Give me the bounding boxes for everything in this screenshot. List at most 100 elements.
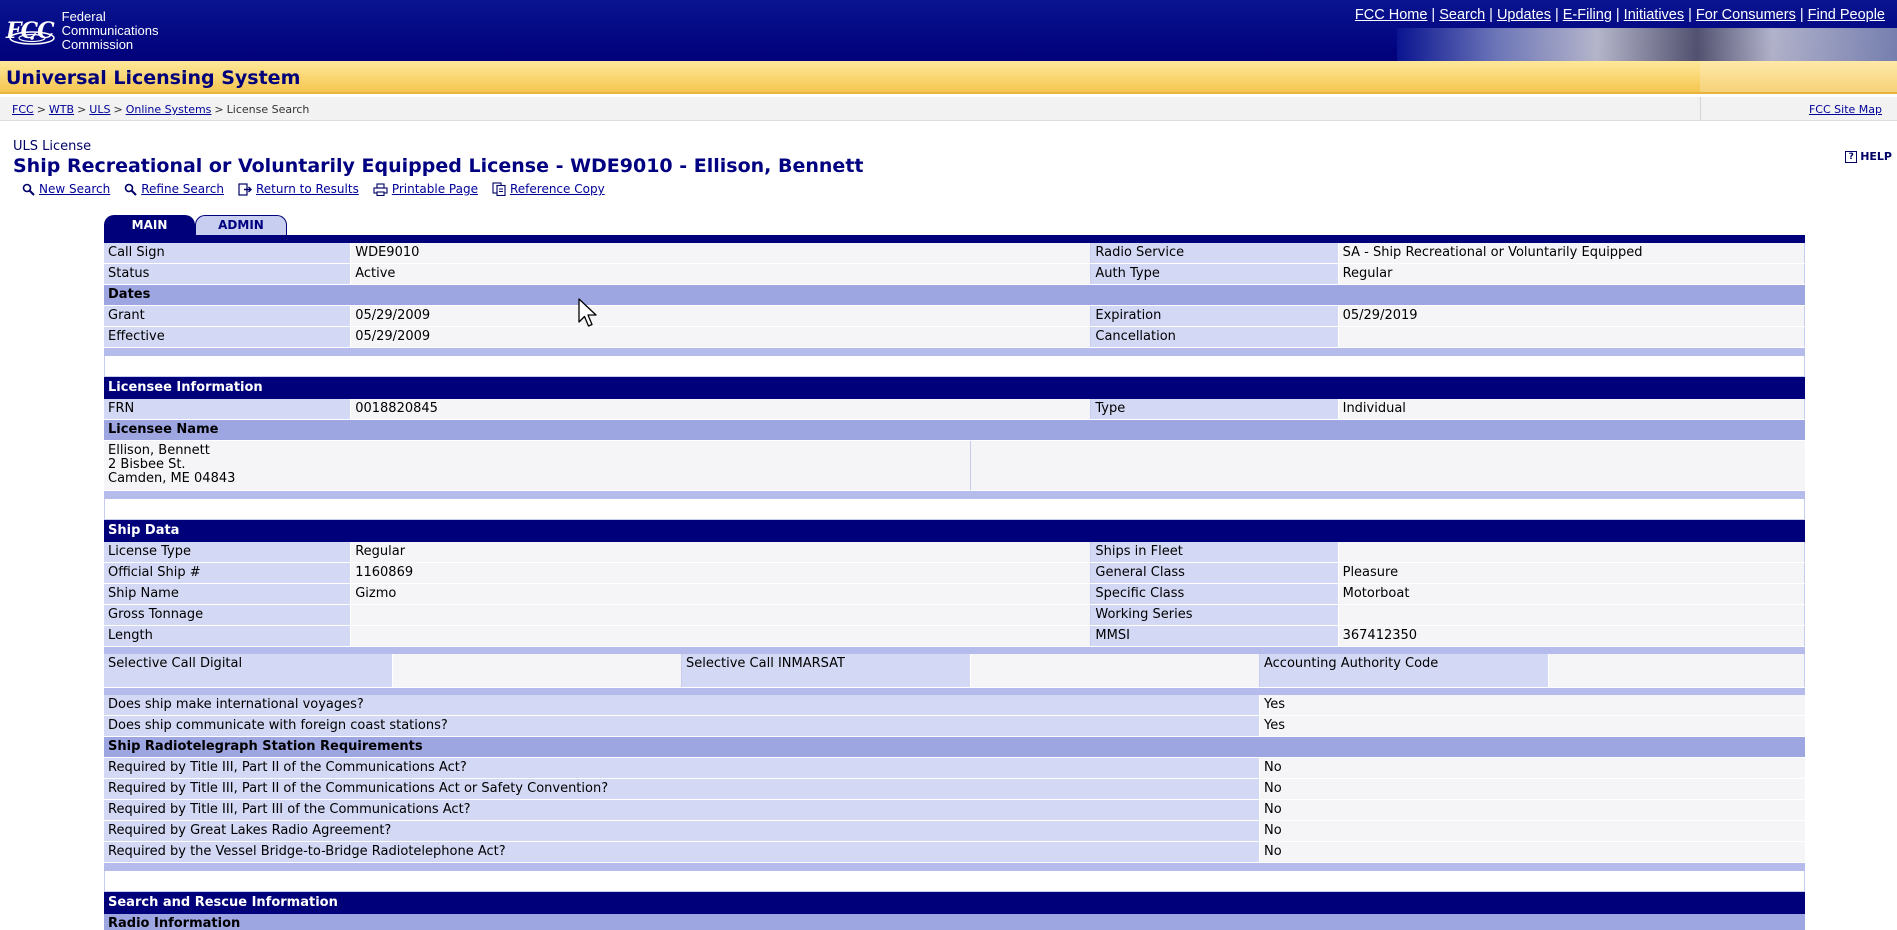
reference-copy-link[interactable]: Reference Copy: [492, 182, 605, 196]
section-spacer: [104, 863, 1805, 871]
accounting-authority-label: Accounting Authority Code: [1260, 654, 1549, 687]
ship-name-value: Gizmo: [351, 584, 1092, 604]
section-spacer: [104, 647, 1805, 654]
licensee-information-heading: Licensee Information: [104, 377, 1805, 399]
licensee-name-subheading: Licensee Name: [104, 420, 1805, 441]
nav-fcc-home[interactable]: FCC Home: [1355, 7, 1428, 23]
nav-search[interactable]: Search: [1439, 7, 1485, 23]
grant-value: 05/29/2009: [351, 306, 1092, 326]
radio-service-value: SA - Ship Recreational or Voluntarily Eq…: [1338, 243, 1806, 263]
breadcrumb-uls[interactable]: ULS: [89, 103, 110, 116]
international-voyages-answer: Yes: [1260, 695, 1805, 715]
tab-main[interactable]: MAIN: [104, 215, 195, 236]
auth-type-value: Regular: [1338, 264, 1806, 284]
table-row: Length MMSI 367412350: [104, 626, 1806, 647]
top-header: FCC Federal Communications Commission FC…: [0, 0, 1897, 61]
requirement-answer: No: [1260, 821, 1805, 841]
nav-find-people[interactable]: Find People: [1808, 7, 1885, 23]
refine-search-label: Refine Search: [141, 182, 224, 196]
ship-name-label: Ship Name: [104, 584, 352, 604]
breadcrumb: FCC > WTB > ULS > Online Systems > License Searc…: [12, 103, 310, 116]
length-value: [351, 626, 1092, 646]
table-row: Ship Name Gizmo Specific Class Motorboat: [104, 584, 1806, 605]
requirement-question: Required by Title III, Part II of the Co…: [104, 758, 1260, 778]
effective-value: 05/29/2009: [351, 327, 1092, 347]
refine-search-link[interactable]: Refine Search: [124, 182, 224, 196]
tab-admin[interactable]: ADMIN: [195, 215, 287, 236]
printable-page-link[interactable]: Printable Page: [373, 182, 478, 196]
magnifier-icon: [22, 183, 35, 196]
mmsi-label: MMSI: [1091, 626, 1339, 646]
breadcrumb-current: License Search: [226, 103, 310, 116]
expiration-label: Expiration: [1091, 306, 1339, 326]
ships-in-fleet-value: [1338, 542, 1806, 562]
requirement-question: Required by Title III, Part II of the Co…: [104, 779, 1260, 799]
section-spacer: [104, 348, 1805, 356]
call-sign-label: Call Sign: [104, 243, 352, 263]
fcc-logo-words: Federal Communications Commission: [61, 9, 159, 52]
auth-type-label: Auth Type: [1091, 264, 1339, 284]
table-row: FRN 0018820845 Type Individual: [104, 399, 1806, 420]
search-and-rescue-heading: Search and Rescue Information: [104, 892, 1805, 914]
table-row: Does ship communicate with foreign coast…: [104, 716, 1805, 737]
nav-for-consumers[interactable]: For Consumers: [1696, 7, 1796, 23]
requirement-answer: No: [1260, 800, 1805, 820]
working-series-label: Working Series: [1091, 605, 1339, 625]
breadcrumb-online-systems[interactable]: Online Systems: [126, 103, 212, 116]
length-label: Length: [104, 626, 352, 646]
section-spacer: [104, 688, 1805, 695]
ships-in-fleet-label: Ships in Fleet: [1091, 542, 1339, 562]
section-spacer: [104, 356, 1805, 377]
uls-banner-title: Universal Licensing System: [6, 67, 301, 89]
nav-e-filing[interactable]: E-Filing: [1563, 7, 1612, 23]
mouse-pointer-icon: [578, 298, 597, 327]
gross-tonnage-value: [351, 605, 1092, 625]
status-value: Active: [351, 264, 1092, 284]
table-row: Gross Tonnage Working Series: [104, 605, 1806, 626]
breadcrumb-fcc[interactable]: FCC: [12, 103, 34, 116]
nav-updates[interactable]: Updates: [1497, 7, 1551, 23]
panel-top-rule: [104, 235, 1805, 243]
nav-initiatives[interactable]: Initiatives: [1624, 7, 1684, 23]
licensee-name: Ellison, Bennett: [108, 443, 210, 458]
call-sign-value: WDE9010: [351, 243, 1092, 263]
table-row: Grant 05/29/2009 Expiration 05/29/2019: [104, 306, 1806, 327]
new-search-link[interactable]: New Search: [22, 182, 110, 196]
frn-value: 0018820845: [351, 399, 1092, 419]
selective-call-digital-label: Selective Call Digital: [104, 654, 393, 687]
section-spacer: [104, 871, 1805, 892]
address-empty-cell: [971, 441, 1805, 490]
breadcrumb-divider: [1700, 97, 1701, 121]
international-voyages-question: Does ship make international voyages?: [104, 695, 1260, 715]
magnifier-icon: [124, 183, 137, 196]
requirement-question: Required by Great Lakes Radio Agreement?: [104, 821, 1260, 841]
requirement-answer: No: [1260, 758, 1805, 778]
licensee-type-value: Individual: [1338, 399, 1806, 419]
selective-call-inmarsat-label: Selective Call INMARSAT: [682, 654, 971, 687]
official-ship-number-label: Official Ship #: [104, 563, 352, 583]
mmsi-value: 367412350: [1338, 626, 1806, 646]
return-to-results-link[interactable]: Return to Results: [238, 182, 359, 196]
section-spacer: [104, 499, 1805, 520]
dates-subheading: Dates: [104, 285, 1805, 306]
page-label: ULS License: [13, 139, 92, 154]
table-row: License Type Regular Ships in Fleet: [104, 542, 1806, 563]
page-title: Ship Recreational or Voluntarily Equippe…: [13, 155, 864, 177]
ship-data-heading: Ship Data: [104, 520, 1805, 542]
site-map-link[interactable]: FCC Site Map: [1809, 103, 1882, 116]
new-search-label: New Search: [39, 182, 111, 196]
foreign-coast-stations-answer: Yes: [1260, 716, 1805, 736]
breadcrumb-wtb[interactable]: WTB: [49, 103, 74, 116]
license-type-value: Regular: [351, 542, 1092, 562]
fcc-logo[interactable]: FCC Federal Communications Commission: [6, 10, 158, 52]
help-link[interactable]: ? HELP: [1845, 150, 1892, 163]
banner-right-panel: [1700, 61, 1897, 92]
frn-label: FRN: [104, 399, 352, 419]
table-row: Required by the Vessel Bridge-to-Bridge …: [104, 842, 1805, 863]
radio-information-subheading: Radio Information: [104, 914, 1805, 930]
license-type-label: License Type: [104, 542, 352, 562]
licensee-type-label: Type: [1091, 399, 1339, 419]
licensee-address: Ellison, Bennett 2 Bisbee St. Camden, ME…: [104, 441, 971, 490]
table-row: Required by Title III, Part II of the Co…: [104, 758, 1805, 779]
requirement-question: Required by the Vessel Bridge-to-Bridge …: [104, 842, 1260, 862]
